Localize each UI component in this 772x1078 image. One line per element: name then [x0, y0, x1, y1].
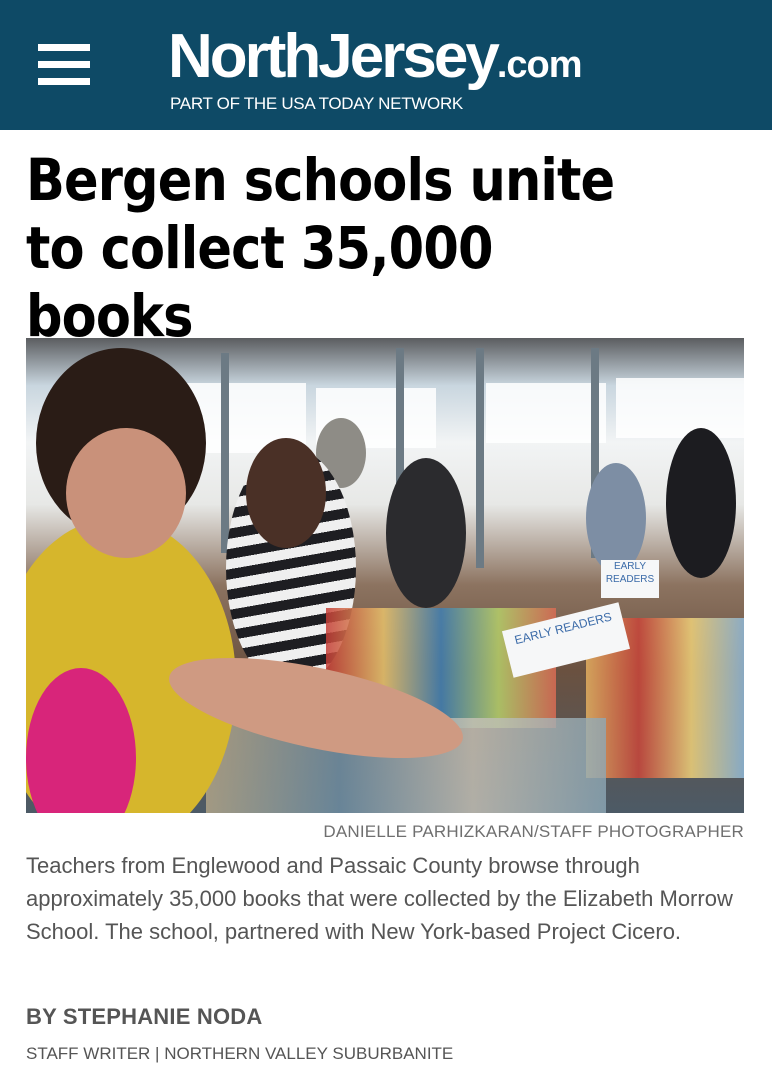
photo-person	[666, 428, 736, 578]
photo-window	[616, 378, 744, 438]
menu-bar	[38, 61, 90, 68]
photo-sign: EARLY READERS	[601, 560, 659, 598]
photo-person	[246, 438, 326, 548]
article-photo[interactable]: EARLY READERS EARLY READERS	[26, 338, 744, 813]
author-role: STAFF WRITER | NORTHERN VALLEY SUBURBANI…	[26, 1044, 454, 1063]
logo-main-text: NorthJersey	[168, 22, 500, 91]
menu-bar	[38, 78, 90, 85]
network-tagline: PART OF THE USA TODAY NETWORK	[170, 94, 463, 113]
menu-bar	[38, 44, 90, 51]
photo-pillar	[221, 353, 229, 553]
photo-credit: DANIELLE PARHIZKARAN/STAFF PHOTOGRAPHER	[323, 822, 744, 841]
hamburger-menu-icon[interactable]	[38, 44, 90, 86]
photo-person	[386, 458, 466, 608]
article-byline[interactable]: BY STEPHANIE NODA	[26, 1004, 262, 1030]
site-header: NorthJersey.com PART OF THE USA TODAY NE…	[0, 0, 772, 130]
site-logo[interactable]: NorthJersey.com	[168, 22, 583, 91]
photo-person	[66, 428, 186, 558]
logo-tld-text: .com	[496, 44, 583, 86]
article-headline: Bergen schools unite to collect 35,000 b…	[26, 146, 615, 350]
photo-person	[586, 463, 646, 573]
photo-pillar	[476, 348, 484, 568]
photo-window	[486, 383, 606, 443]
photo-caption: Teachers from Englewood and Passaic Coun…	[26, 853, 733, 944]
